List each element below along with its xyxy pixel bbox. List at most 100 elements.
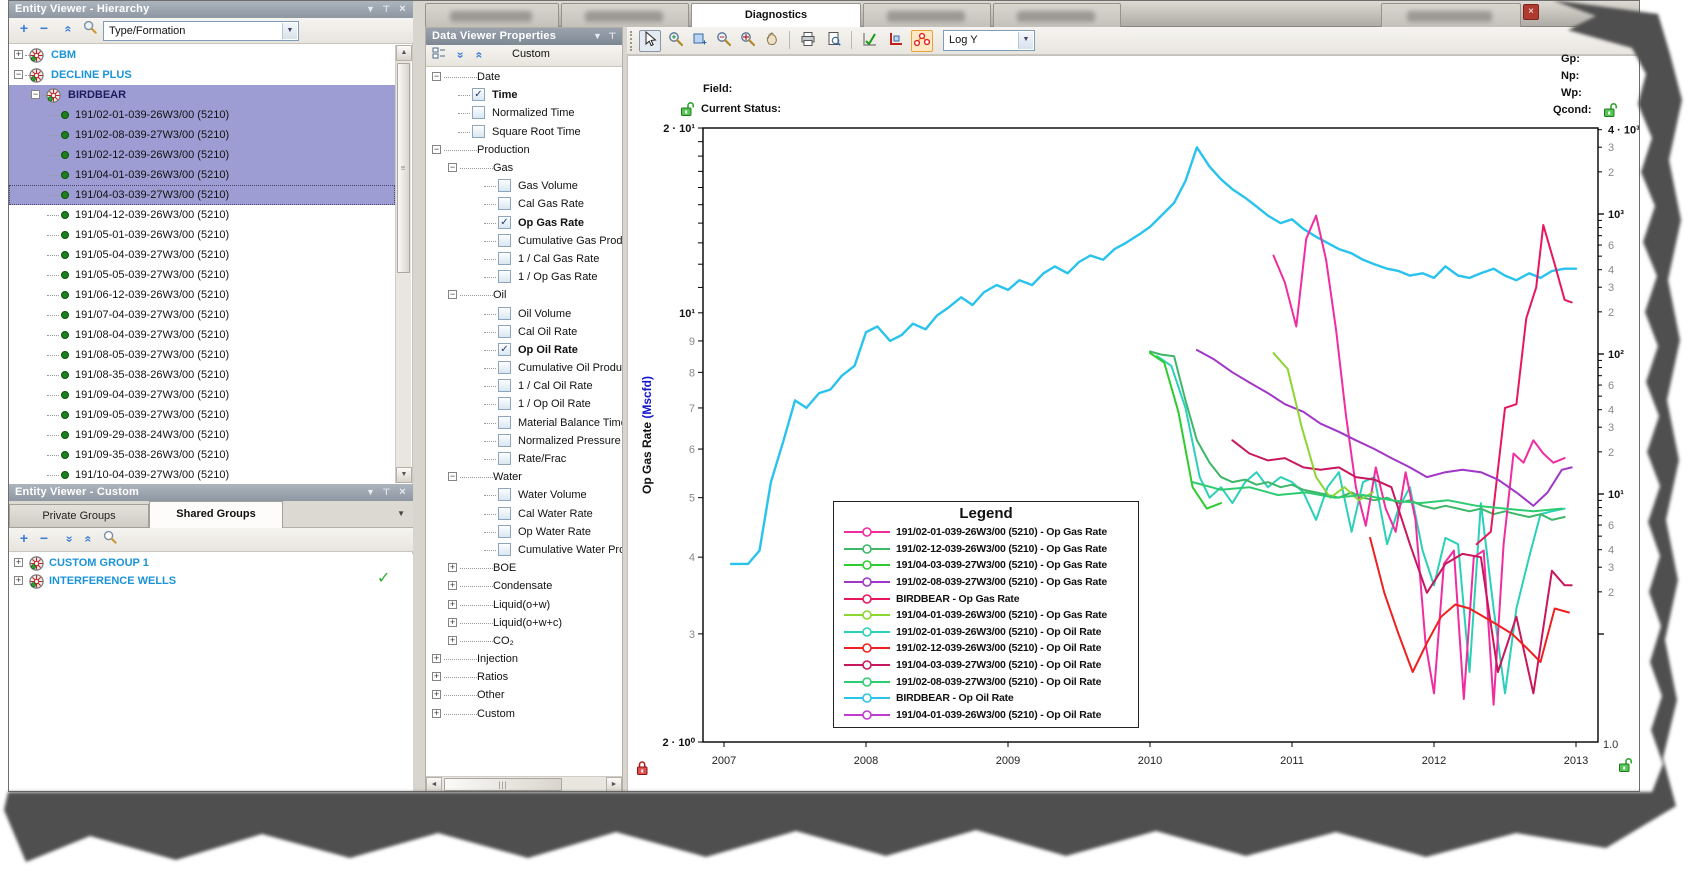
chevron-down-icon[interactable]: ▼ — [364, 3, 377, 16]
property-group-item[interactable]: + Ratios — [426, 668, 622, 686]
tab-private-groups[interactable]: Private Groups — [9, 504, 149, 528]
hierarchy-well-item[interactable]: 191/09-29-038-24W3/00 (5210) — [9, 425, 395, 445]
custom-group-item[interactable]: + INTERFERENCE WELLS — [9, 572, 413, 590]
properties-preset-label[interactable]: Custom — [512, 48, 550, 60]
remove-button[interactable]: − — [35, 530, 53, 548]
tree-expander-icon[interactable]: + — [432, 672, 441, 682]
property-item[interactable]: ✓ Time — [426, 86, 622, 104]
property-item[interactable]: Square Root Time — [426, 123, 622, 141]
property-group-item[interactable]: + Custom — [426, 705, 622, 723]
checkbox-checked[interactable]: ✓ — [498, 215, 511, 229]
chevron-down-icon[interactable]: ▼ — [397, 509, 405, 518]
property-group-item[interactable]: + Liquid(o+w) — [426, 595, 622, 613]
property-group-item[interactable]: + BOE — [426, 559, 622, 577]
hierarchy-well-item[interactable]: 191/04-12-039-26W3/00 (5210) — [9, 205, 395, 225]
property-group-item[interactable]: + Injection — [426, 650, 622, 668]
tree-expander-icon[interactable]: − — [448, 163, 457, 173]
checkbox[interactable] — [498, 324, 511, 338]
checkbox[interactable] — [498, 506, 511, 520]
scrollbar-thumb[interactable]: ||| — [444, 778, 562, 791]
hierarchy-well-item[interactable]: 191/10-04-039-27W3/00 (5210) — [9, 465, 395, 483]
pin-icon[interactable]: ⊤ — [606, 30, 619, 43]
collapse-all-icon[interactable]: « — [470, 46, 488, 64]
toolbar-grip[interactable] — [630, 31, 634, 51]
checkbox[interactable] — [472, 124, 485, 138]
property-group-item[interactable]: + CO₂ — [426, 632, 622, 650]
checkbox[interactable] — [498, 379, 511, 393]
checkbox[interactable] — [498, 306, 511, 320]
hierarchy-well-item[interactable]: 191/08-05-039-27W3/00 (5210) — [9, 345, 395, 365]
hierarchy-scrollbar[interactable]: ▲ ≡ ▼ — [395, 45, 412, 483]
unlock-icon[interactable] — [1602, 101, 1619, 118]
checkbox[interactable] — [498, 524, 511, 538]
hierarchy-well-item[interactable]: 191/02-12-039-26W3/00 (5210) — [9, 145, 395, 165]
vertical-splitter[interactable] — [413, 1, 425, 791]
property-item[interactable]: Cal Water Rate — [426, 505, 622, 523]
hierarchy-well-item[interactable]: 191/04-03-039-27W3/00 (5210) — [9, 185, 395, 205]
checkbox-checked[interactable]: ✓ — [472, 88, 485, 102]
log-y-combobox[interactable]: Log Y ▼ — [943, 30, 1035, 51]
tab-blurred[interactable] — [1381, 3, 1521, 27]
tab-blurred[interactable] — [863, 3, 991, 27]
close-icon[interactable]: × — [1523, 4, 1539, 20]
property-item[interactable]: Cumulative Gas Production — [426, 232, 622, 250]
property-item[interactable]: Material Balance Time — [426, 414, 622, 432]
close-icon[interactable]: × — [396, 486, 409, 499]
hierarchy-well-item[interactable]: 191/08-35-038-26W3/00 (5210) — [9, 365, 395, 385]
property-item[interactable]: 1 / Cal Gas Rate — [426, 250, 622, 268]
tree-expander-icon[interactable]: − — [31, 90, 40, 99]
tree-expander-icon[interactable]: + — [432, 708, 441, 718]
hierarchy-well-item[interactable]: 191/02-08-039-27W3/00 (5210) — [9, 125, 395, 145]
custom-group-item[interactable]: + CUSTOM GROUP 1 — [9, 554, 413, 572]
tree-expander-icon[interactable]: − — [448, 472, 457, 482]
remove-button[interactable]: − — [35, 20, 53, 38]
hierarchy-group-item[interactable]: − BIRDBEAR — [9, 85, 395, 105]
tree-expander-icon[interactable]: + — [14, 576, 23, 585]
checkbox[interactable] — [498, 452, 511, 466]
tab-blurred[interactable] — [561, 3, 689, 27]
checkbox[interactable] — [498, 251, 511, 265]
hierarchy-well-item[interactable]: 191/05-04-039-27W3/00 (5210) — [9, 245, 395, 265]
checkbox[interactable] — [498, 361, 511, 375]
property-item[interactable]: Normalized Time — [426, 104, 622, 122]
hierarchy-well-item[interactable]: 191/06-12-039-26W3/00 (5210) — [9, 285, 395, 305]
property-item[interactable]: Rate/Frac — [426, 450, 622, 468]
property-item[interactable]: Oil Volume — [426, 304, 622, 322]
tree-expander-icon[interactable]: − — [432, 144, 441, 154]
property-group-item[interactable]: − Date — [426, 68, 622, 86]
property-item[interactable]: Gas Volume — [426, 177, 622, 195]
property-item[interactable]: Water Volume — [426, 486, 622, 504]
scroll-down-icon[interactable]: ▼ — [396, 467, 412, 483]
hierarchy-well-item[interactable]: 191/05-01-039-26W3/00 (5210) — [9, 225, 395, 245]
property-group-item[interactable]: − Production — [426, 141, 622, 159]
tree-expander-icon[interactable]: + — [432, 654, 441, 664]
search-icon[interactable] — [81, 20, 99, 38]
property-item[interactable]: Op Water Rate — [426, 523, 622, 541]
property-group-item[interactable]: + Condensate — [426, 577, 622, 595]
property-group-item[interactable]: + Other — [426, 686, 622, 704]
property-group-item[interactable]: − Water — [426, 468, 622, 486]
search-icon[interactable] — [101, 530, 119, 548]
hierarchy-filter-combobox[interactable]: Type/Formation ▼ — [103, 21, 299, 41]
scroll-right-icon[interactable]: ► — [606, 777, 622, 791]
layout-icon[interactable] — [430, 46, 448, 64]
property-group-item[interactable]: + Liquid(o+w+c) — [426, 614, 622, 632]
checkbox[interactable] — [498, 397, 511, 411]
tab-blurred[interactable] — [993, 3, 1121, 27]
pin-icon[interactable]: ⊤ — [380, 486, 393, 499]
checkbox[interactable] — [498, 270, 511, 284]
hierarchy-well-item[interactable]: 191/07-04-039-27W3/00 (5210) — [9, 305, 395, 325]
property-item[interactable]: ✓ Op Gas Rate — [426, 214, 622, 232]
expand-all-icon[interactable]: « — [450, 46, 468, 64]
tab-blurred[interactable] — [425, 3, 559, 27]
scrollbar-thumb[interactable]: ≡ — [397, 63, 410, 273]
property-item[interactable]: Normalized Pressure — [426, 432, 622, 450]
checkbox[interactable] — [498, 233, 511, 247]
tree-expander-icon[interactable]: + — [448, 635, 457, 645]
hierarchy-well-item[interactable]: 191/04-01-039-26W3/00 (5210) — [9, 165, 395, 185]
tree-expander-icon[interactable]: + — [14, 558, 23, 567]
scroll-up-icon[interactable]: ▲ — [396, 45, 412, 61]
tree-expander-icon[interactable]: + — [448, 599, 457, 609]
tree-expander-icon[interactable]: − — [432, 72, 441, 82]
chevron-down-icon[interactable]: ▼ — [364, 486, 377, 499]
